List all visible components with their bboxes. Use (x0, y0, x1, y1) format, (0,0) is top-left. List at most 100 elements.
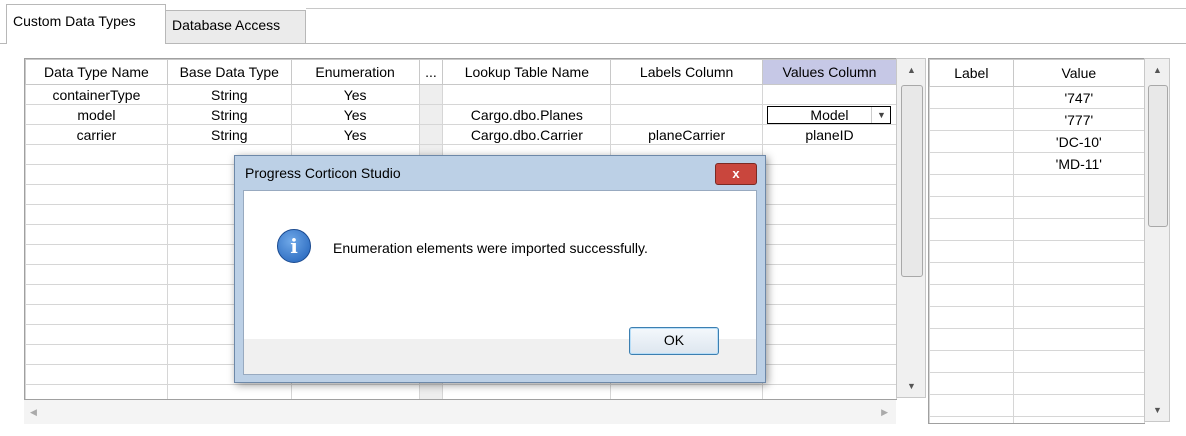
col-header-label[interactable]: Label (929, 59, 1014, 87)
scroll-thumb[interactable] (901, 85, 923, 277)
tab-custom-data-types[interactable]: Custom Data Types (6, 4, 166, 44)
table-row[interactable] (25, 384, 897, 399)
table-row[interactable]: carrier String Yes Cargo.dbo.Carrier pla… (25, 124, 897, 145)
cell-empty[interactable] (929, 240, 1014, 263)
cell-empty[interactable] (25, 224, 168, 245)
cell-empty[interactable] (1012, 416, 1145, 423)
cell-more[interactable] (418, 124, 444, 145)
cell-empty[interactable] (761, 284, 897, 305)
cell-value[interactable]: '747' (1012, 86, 1145, 109)
tab-database-access[interactable]: Database Access (166, 10, 306, 44)
cell-empty[interactable] (929, 196, 1014, 219)
cell-empty[interactable] (25, 144, 168, 165)
cell-empty[interactable] (1012, 394, 1145, 417)
cell-empty[interactable] (929, 174, 1014, 197)
cell-empty[interactable] (929, 284, 1014, 307)
col-header-lookup-table-name[interactable]: Lookup Table Name (442, 59, 612, 85)
cell-name[interactable]: model (25, 104, 168, 125)
cell-empty[interactable] (418, 384, 444, 399)
table-row[interactable]: model String Yes Cargo.dbo.Planes Model … (25, 104, 897, 125)
values-column-select[interactable]: Model ▼ (767, 105, 892, 124)
cell-empty[interactable] (1012, 350, 1145, 373)
scroll-up-arrow-icon[interactable]: ▲ (907, 65, 916, 75)
col-header-base-data-type[interactable]: Base Data Type (166, 59, 292, 85)
cell-more[interactable] (418, 84, 444, 105)
data-types-vertical-scrollbar[interactable]: ▲ ▼ (896, 58, 926, 398)
scroll-down-arrow-icon[interactable]: ▼ (1153, 405, 1162, 415)
chevron-down-icon[interactable]: ▼ (871, 106, 890, 123)
cell-values[interactable]: planeID (761, 124, 897, 145)
cell-empty[interactable] (1012, 240, 1145, 263)
table-row[interactable] (929, 240, 1145, 263)
cell-lookup[interactable] (442, 84, 612, 105)
cell-empty[interactable] (761, 264, 897, 285)
cell-empty[interactable] (1012, 306, 1145, 329)
cell-empty[interactable] (1012, 372, 1145, 395)
cell-empty[interactable] (761, 324, 897, 345)
cell-base[interactable]: String (166, 104, 292, 125)
cell-enum[interactable]: Yes (290, 84, 420, 105)
scroll-up-arrow-icon[interactable]: ▲ (1153, 65, 1162, 75)
cell-empty[interactable] (25, 284, 168, 305)
cell-more[interactable] (418, 104, 444, 125)
cell-label[interactable] (929, 152, 1014, 175)
cell-empty[interactable] (1012, 196, 1145, 219)
cell-enum[interactable]: Yes (290, 104, 420, 125)
cell-empty[interactable] (761, 184, 897, 205)
cell-empty[interactable] (929, 394, 1014, 417)
cell-labels[interactable]: planeCarrier (610, 124, 763, 145)
col-header-data-type-name[interactable]: Data Type Name (25, 59, 168, 85)
cell-empty[interactable] (442, 384, 612, 399)
table-row[interactable] (929, 394, 1145, 417)
cell-empty[interactable] (929, 262, 1014, 285)
cell-empty[interactable] (25, 324, 168, 345)
cell-empty[interactable] (761, 384, 897, 399)
cell-empty[interactable] (1012, 218, 1145, 241)
scroll-left-arrow-icon[interactable]: ◀ (30, 407, 37, 418)
table-row[interactable]: 'DC-10' (929, 130, 1145, 153)
table-row[interactable] (929, 174, 1145, 197)
cell-value[interactable]: 'DC-10' (1012, 130, 1145, 153)
cell-lookup[interactable]: Cargo.dbo.Carrier (442, 124, 612, 145)
cell-empty[interactable] (25, 164, 168, 185)
cell-values[interactable] (761, 84, 897, 105)
enumeration-vertical-scrollbar[interactable]: ▲ ▼ (1144, 58, 1170, 422)
cell-empty[interactable] (166, 384, 292, 399)
cell-name[interactable]: containerType (25, 84, 168, 105)
table-row[interactable] (929, 218, 1145, 241)
cell-empty[interactable] (929, 306, 1014, 329)
cell-label[interactable] (929, 130, 1014, 153)
cell-empty[interactable] (1012, 328, 1145, 351)
scroll-thumb[interactable] (1148, 85, 1168, 227)
cell-empty[interactable] (761, 344, 897, 365)
cell-base[interactable]: String (166, 84, 292, 105)
table-row[interactable] (929, 306, 1145, 329)
cell-empty[interactable] (25, 344, 168, 365)
scroll-down-arrow-icon[interactable]: ▼ (907, 381, 916, 391)
ok-button[interactable]: OK (629, 327, 719, 355)
table-row[interactable] (929, 262, 1145, 285)
col-header-labels-column[interactable]: Labels Column (610, 59, 763, 85)
cell-empty[interactable] (761, 144, 897, 165)
cell-label[interactable] (929, 86, 1014, 109)
cell-label[interactable] (929, 108, 1014, 131)
cell-empty[interactable] (1012, 284, 1145, 307)
cell-empty[interactable] (761, 224, 897, 245)
data-types-horizontal-scrollbar[interactable]: ◀ ▶ (24, 400, 896, 424)
table-row[interactable] (929, 284, 1145, 307)
table-row[interactable]: 'MD-11' (929, 152, 1145, 175)
cell-empty[interactable] (1012, 174, 1145, 197)
cell-name[interactable]: carrier (25, 124, 168, 145)
cell-empty[interactable] (25, 384, 168, 399)
col-header-value[interactable]: Value (1012, 59, 1145, 87)
cell-empty[interactable] (290, 384, 420, 399)
table-row[interactable] (929, 196, 1145, 219)
col-header-enumeration[interactable]: Enumeration (290, 59, 420, 85)
cell-empty[interactable] (25, 264, 168, 285)
cell-labels[interactable] (610, 104, 763, 125)
cell-empty[interactable] (761, 244, 897, 265)
cell-empty[interactable] (610, 384, 763, 399)
cell-labels[interactable] (610, 84, 763, 105)
table-row[interactable] (929, 416, 1145, 423)
cell-empty[interactable] (761, 364, 897, 385)
